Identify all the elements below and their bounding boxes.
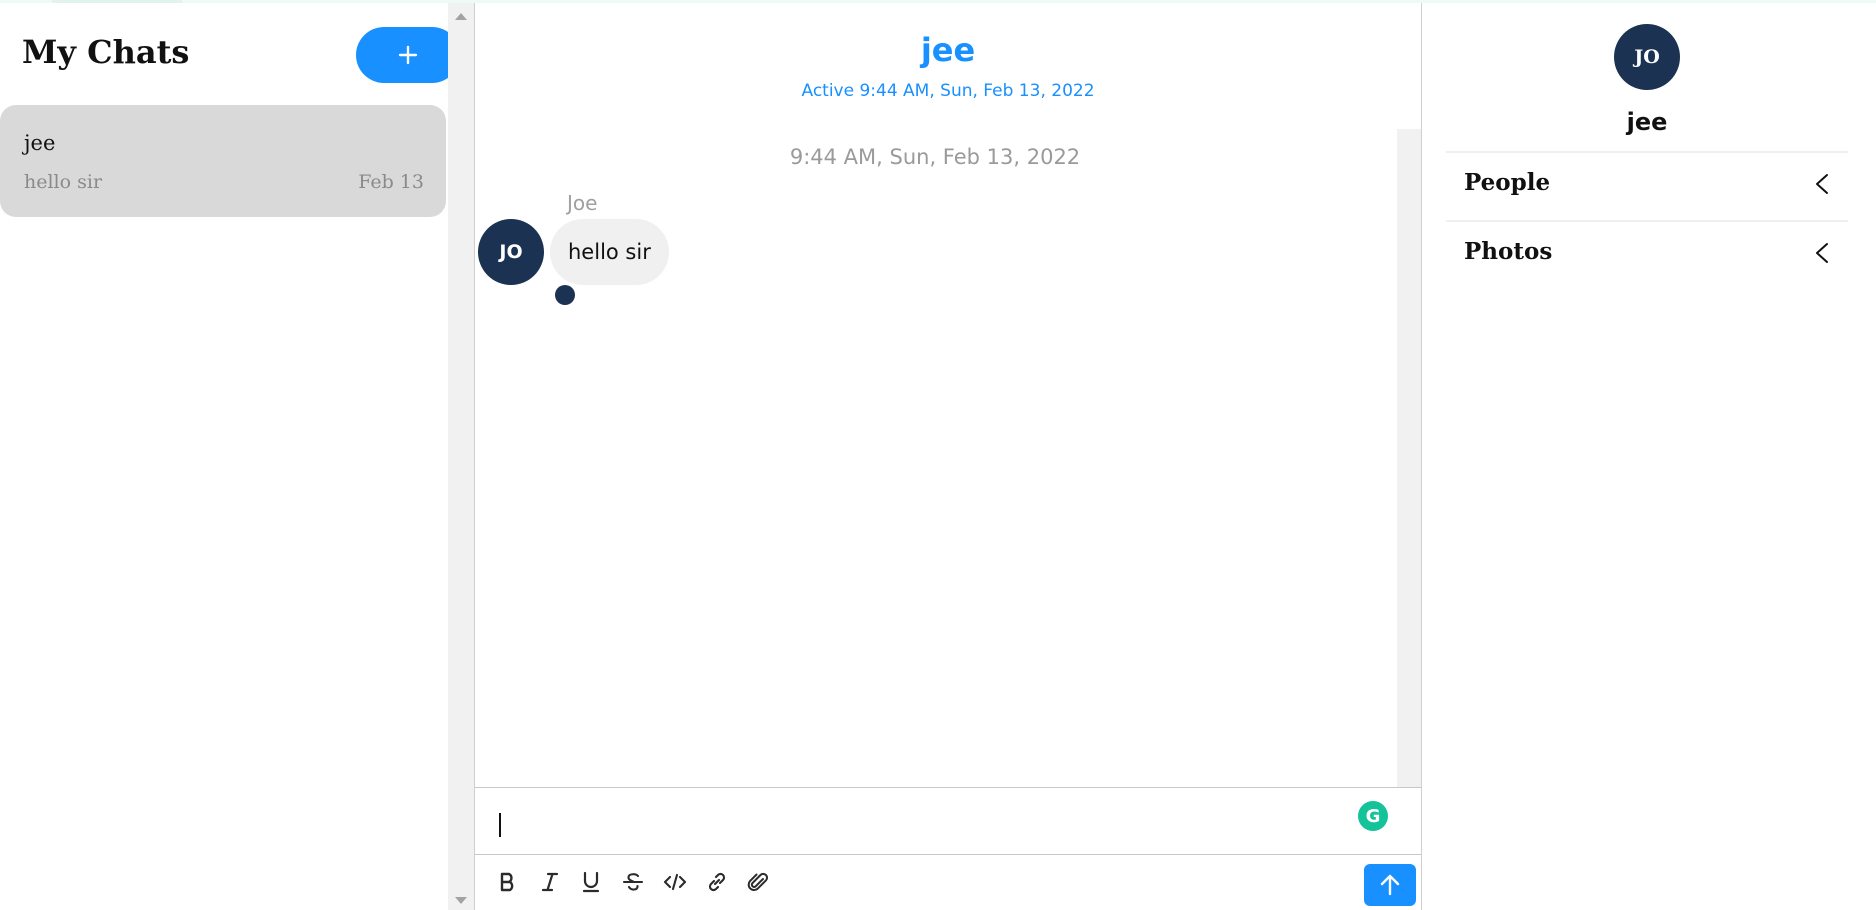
chat-list-scrollbar[interactable] [448,3,474,910]
message-sender-name: Joe [567,191,598,215]
strikethrough-button[interactable] [618,867,648,897]
underline-icon [582,871,600,893]
photos-section[interactable]: Photos [1446,226,1848,282]
read-receipt-avatar [555,285,575,305]
chat-item-name: jee [24,131,56,155]
underline-button[interactable] [576,867,606,897]
photos-section-label: Photos [1464,238,1553,265]
chat-list-panel: My Chats jee hello sir Feb 13 [0,3,460,910]
chat-details-name: jee [1626,108,1668,136]
link-button[interactable] [702,867,732,897]
attachment-button[interactable] [743,867,773,897]
chat-window: jee Active 9:44 AM, Sun, Feb 13, 2022 9:… [474,3,1422,910]
chat-active-status: Active 9:44 AM, Sun, Feb 13, 2022 [801,81,1095,101]
link-icon [708,872,726,892]
scroll-down-arrow-icon[interactable] [455,897,467,904]
chevron-left-icon [1816,174,1828,194]
bold-icon [500,872,514,892]
formatting-toolbar [475,855,1421,910]
chat-list-title: My Chats [22,33,190,71]
attachment-icon [747,872,768,892]
bold-button[interactable] [493,867,523,897]
sender-avatar: JO [478,219,544,285]
new-chat-button[interactable] [356,27,460,83]
people-section-label: People [1464,169,1551,196]
details-divider [1446,220,1848,222]
code-icon [663,873,687,891]
chevron-left-icon [1816,243,1828,263]
italic-button[interactable] [535,867,565,897]
italic-icon [541,872,559,892]
message-bubble: hello sir [550,219,669,285]
arrow-up-icon [1380,874,1400,896]
chat-item-last-message: hello sir [24,171,103,193]
chat-list-item[interactable]: jee hello sir Feb 13 [0,105,446,217]
chat-details-panel: JO jee People Photos [1422,3,1876,910]
scroll-up-arrow-icon[interactable] [455,13,467,20]
plus-icon [398,45,418,65]
strikethrough-icon [622,873,644,891]
code-button[interactable] [660,867,690,897]
message-input[interactable] [475,787,1421,855]
message-list-scrollbar[interactable] [1397,129,1421,787]
grammarly-icon[interactable]: G [1358,801,1388,831]
send-button[interactable] [1364,864,1416,906]
details-divider [1446,151,1848,153]
people-section[interactable]: People [1446,157,1848,213]
chat-avatar: JO [1614,24,1680,90]
chat-title: jee [920,31,976,69]
chat-item-date: Feb 13 [358,171,424,193]
message-timestamp: 9:44 AM, Sun, Feb 13, 2022 [789,145,1081,169]
